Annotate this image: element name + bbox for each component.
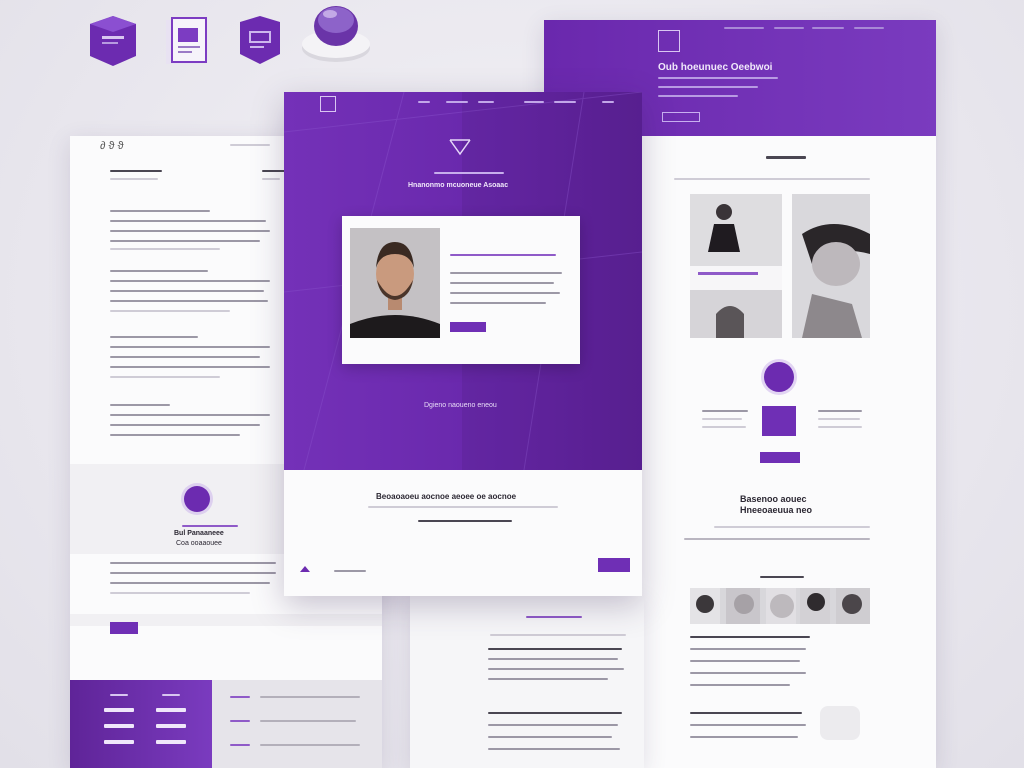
gallery-photo-man [690,194,782,338]
left-section-title: Bul Panaaneee [174,530,224,537]
feature-tile [762,406,796,436]
push-button-icon [300,2,372,66]
profile-caption: Dgieno naoueno eneou [424,402,497,409]
center-page-panel: Hnanonmo mcuoneue Asoaac Dgieno naoueno … [284,92,642,596]
center-logo-icon [320,96,336,112]
center-footer-button[interactable] [598,558,630,572]
profile-card [342,216,580,364]
left-section-sub: Coa ooaaouee [176,540,222,547]
left-cta-button[interactable] [110,622,138,634]
gallery-photo-woman [792,194,870,338]
hexagon-badge-icon [86,14,140,68]
mid-heading-line2: Hneeoaeuua neo [740,505,813,515]
left-footer-grey [212,680,382,768]
bottom-middle-panel [410,596,644,768]
purple-circle-icon [764,362,794,392]
hero-heading: Hnanonmo mcuoneue Asoaac [408,182,509,189]
center-hero: Hnanonmo mcuoneue Asoaac Dgieno naoueno … [284,92,642,470]
left-logo-glyphs: ∂ ϑ ϑ [100,140,124,152]
profile-cta-button[interactable] [450,322,486,332]
right-header-title: Oub hoeunuec Oeebwoi [658,62,773,73]
chat-bubble-icon [820,706,860,740]
team-photo-strip [690,588,870,624]
right-header-button[interactable] [662,112,700,122]
shield-badge-icon [236,14,284,66]
profile-photo [350,228,440,338]
footer-headline: Beoaoaoeu aocnoe aeoee oe aocnoe [376,492,517,501]
right-cta-button[interactable] [760,452,800,463]
mid-heading-line1: Basenoo aouec [740,494,807,504]
logo-icon [658,30,680,52]
left-footer-purple [70,680,212,768]
left-circle-icon [184,486,210,512]
hero-emblem-icon [448,138,472,156]
card-badge-icon [162,16,210,68]
chevron-up-icon[interactable] [298,562,312,576]
